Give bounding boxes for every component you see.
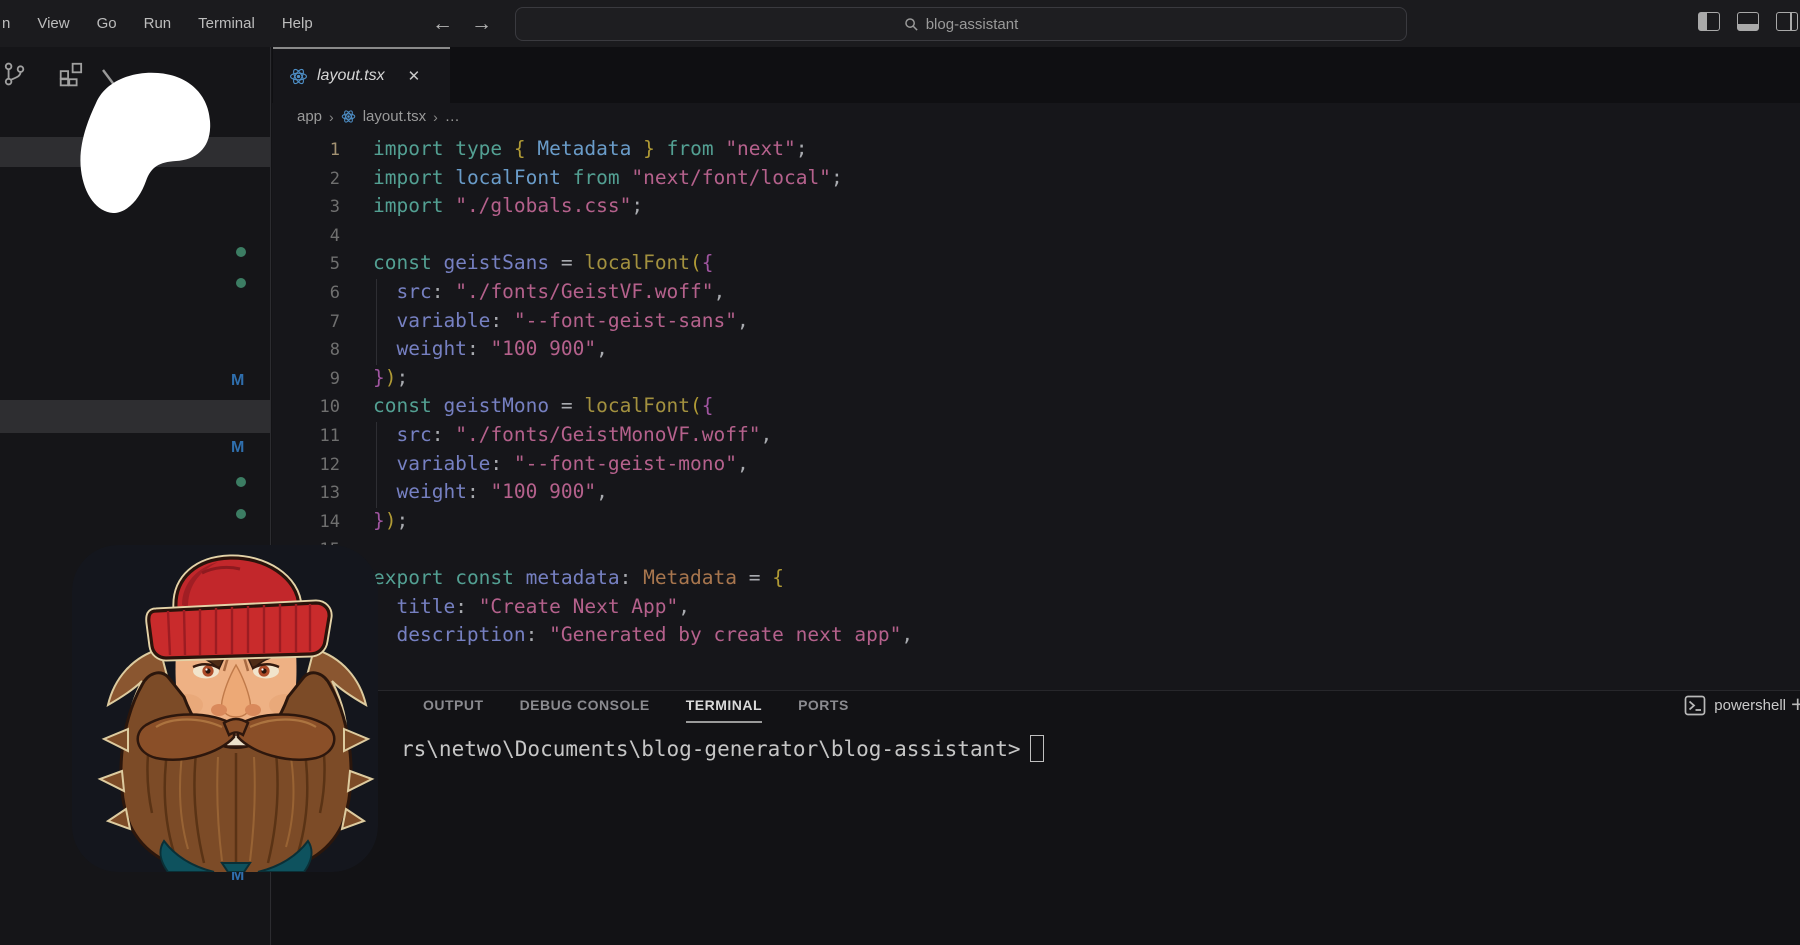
code-line: 1 import type { Metadata } from "next"; — [272, 135, 1800, 164]
terminal-content[interactable]: rs\netwo\Documents\blog-generator\blog-a… — [401, 735, 1044, 762]
layout-controls — [1698, 12, 1798, 31]
tab-close-icon[interactable]: ✕ — [408, 67, 421, 85]
terminal-prompt: rs\netwo\Documents\blog-generator\blog-a… — [401, 737, 1021, 761]
breadcrumb: app › layout.tsx › … — [297, 103, 460, 130]
tab-bar: layout.tsx ✕ — [272, 47, 1800, 103]
breadcrumb-app[interactable]: app — [297, 108, 322, 125]
code-line: 3 import "./globals.css"; — [272, 192, 1800, 221]
line-number: 13 — [272, 479, 340, 508]
command-center-search[interactable]: blog-assistant — [515, 7, 1407, 41]
bottom-panel: OUTPUT DEBUG CONSOLE TERMINAL PORTS powersh… — [272, 690, 1800, 945]
nav-forward-button[interactable]: → — [471, 0, 492, 47]
code-text: import "./globals.css"; — [373, 194, 643, 217]
tab-layout-tsx[interactable]: layout.tsx ✕ — [273, 47, 450, 103]
panel-tabs: OUTPUT DEBUG CONSOLE TERMINAL PORTS — [423, 697, 849, 723]
code-line: 13 weight: "100 900", — [272, 478, 1800, 507]
lumberjack-avatar — [72, 545, 378, 872]
vscode-window: nViewGoRunTerminalHelp ← → blog-assistan… — [0, 0, 1800, 945]
line-number: 14 — [272, 508, 340, 537]
line-number: 5 — [272, 250, 340, 279]
git-untracked-dot — [236, 278, 246, 288]
chevron-right-icon: › — [329, 109, 334, 125]
code-text: weight: "100 900", — [373, 480, 608, 503]
indent-guide — [376, 279, 377, 365]
code-text: const geistSans = localFont({ — [373, 251, 714, 274]
search-value: blog-assistant — [926, 16, 1019, 33]
line-number: 1 — [272, 136, 340, 165]
code-line: 11 src: "./fonts/GeistMonoVF.woff", — [272, 421, 1800, 450]
git-modified-badge: M — [231, 372, 244, 390]
code-line: 18 description: "Generated by create nex… — [272, 621, 1800, 650]
code-text: weight: "100 900", — [373, 337, 608, 360]
code-line: 10 const geistMono = localFont({ — [272, 392, 1800, 421]
code-text: variable: "--font-geist-sans", — [373, 309, 749, 332]
panel-tab-terminal[interactable]: TERMINAL — [686, 697, 762, 723]
indent-guide — [376, 422, 377, 508]
code-line: 17 title: "Create Next App", — [272, 593, 1800, 622]
shell-label[interactable]: powershell — [1714, 697, 1786, 714]
react-icon — [289, 67, 308, 86]
nav-back-button[interactable]: ← — [432, 0, 453, 47]
code-text: description: "Generated by create next a… — [373, 623, 913, 646]
code-text: import localFont from "next/font/local"; — [373, 166, 843, 189]
breadcrumb-file[interactable]: layout.tsx — [363, 108, 426, 125]
code-line: 14}); — [272, 507, 1800, 536]
git-untracked-dot — [236, 509, 246, 519]
code-editor[interactable]: 1 import type { Metadata } from "next"; 2 i… — [272, 135, 1800, 650]
code-line: 4 — [272, 221, 1800, 250]
line-number: 11 — [272, 422, 340, 451]
terminal-toolbar: powershell — [1684, 695, 1786, 716]
git-untracked-dot — [236, 477, 246, 487]
toggle-secondary-sidebar-icon[interactable] — [1776, 12, 1798, 31]
toggle-primary-sidebar-icon[interactable] — [1698, 12, 1720, 31]
code-line: 12 variable: "--font-geist-mono", — [272, 450, 1800, 479]
back-arrow-icon: ← — [432, 12, 453, 36]
code-text: export const metadata: Metadata = { — [373, 566, 784, 589]
panel-tab-output[interactable]: OUTPUT — [423, 697, 484, 723]
code-text: }); — [373, 509, 408, 532]
line-number: 4 — [272, 222, 340, 251]
react-icon — [341, 109, 356, 124]
toggle-panel-icon[interactable] — [1737, 12, 1759, 31]
code-line: 9}); — [272, 364, 1800, 393]
line-number: 3 — [272, 193, 340, 222]
git-untracked-dot — [236, 247, 246, 257]
line-number: 12 — [272, 451, 340, 480]
line-number: 7 — [272, 308, 340, 337]
code-line: 6 src: "./fonts/GeistVF.woff", — [272, 278, 1800, 307]
sidebar-selected-row[interactable] — [0, 400, 270, 433]
code-line: 2 import localFont from "next/font/local"… — [272, 164, 1800, 193]
code-text: variable: "--font-geist-mono", — [373, 452, 749, 475]
code-text: }); — [373, 366, 408, 389]
code-text: src: "./fonts/GeistVF.woff", — [373, 280, 725, 303]
tab-label: layout.tsx — [317, 67, 385, 85]
forward-arrow-icon: → — [471, 12, 492, 36]
new-terminal-button[interactable]: + — [1791, 691, 1800, 718]
line-number: 8 — [272, 336, 340, 365]
code-line: 8 weight: "100 900", — [272, 335, 1800, 364]
terminal-cursor — [1030, 735, 1044, 762]
overlay-blob-shape — [0, 0, 260, 240]
search-icon — [904, 17, 919, 32]
line-number: 2 — [272, 165, 340, 194]
code-text: src: "./fonts/GeistMonoVF.woff", — [373, 423, 772, 446]
line-number: 9 — [272, 365, 340, 394]
code-text: const geistMono = localFont({ — [373, 394, 714, 417]
chevron-right-icon: › — [433, 109, 438, 125]
line-number: 6 — [272, 279, 340, 308]
code-text: title: "Create Next App", — [373, 595, 690, 618]
code-text: import type { Metadata } from "next"; — [373, 137, 808, 160]
code-line: 7 variable: "--font-geist-sans", — [272, 307, 1800, 336]
code-line: 16export const metadata: Metadata = { — [272, 564, 1800, 593]
git-modified-badge: M — [231, 439, 244, 457]
code-line: 5 const geistSans = localFont({ — [272, 249, 1800, 278]
terminal-icon — [1684, 695, 1706, 716]
code-line: 15 — [272, 535, 1800, 564]
menu-item-help[interactable]: Help — [282, 15, 313, 32]
panel-tab-ports[interactable]: PORTS — [798, 697, 849, 723]
breadcrumb-symbol[interactable]: … — [445, 108, 460, 125]
line-number: 10 — [272, 393, 340, 422]
titlebar: nViewGoRunTerminalHelp ← → blog-assistan… — [0, 0, 1800, 47]
panel-tab-debug-console[interactable]: DEBUG CONSOLE — [520, 697, 650, 723]
